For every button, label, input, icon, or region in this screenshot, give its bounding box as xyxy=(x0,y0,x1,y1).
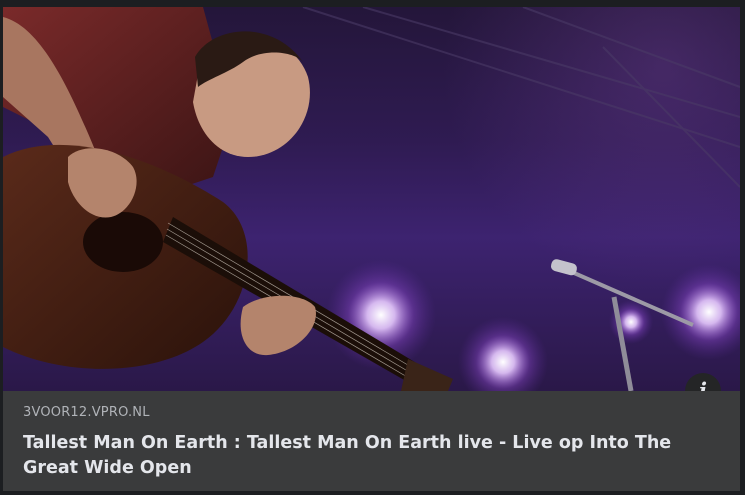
source-domain: 3VOOR12.VPRO.NL xyxy=(23,405,150,420)
musician-hand xyxy=(240,295,316,356)
stage-light xyxy=(458,317,548,391)
preview-image[interactable]: i xyxy=(3,7,740,391)
stage-light xyxy=(661,264,740,360)
link-title[interactable]: Tallest Man On Earth : Tallest Man On Ea… xyxy=(23,431,723,481)
link-preview-meta: 3VOOR12.VPRO.NL Tallest Man On Earth : T… xyxy=(23,405,723,481)
info-icon: i xyxy=(699,378,707,391)
link-preview-card[interactable]: i 3VOOR12.VPRO.NL Tallest Man On Earth :… xyxy=(3,7,740,491)
concert-photo xyxy=(3,7,740,391)
